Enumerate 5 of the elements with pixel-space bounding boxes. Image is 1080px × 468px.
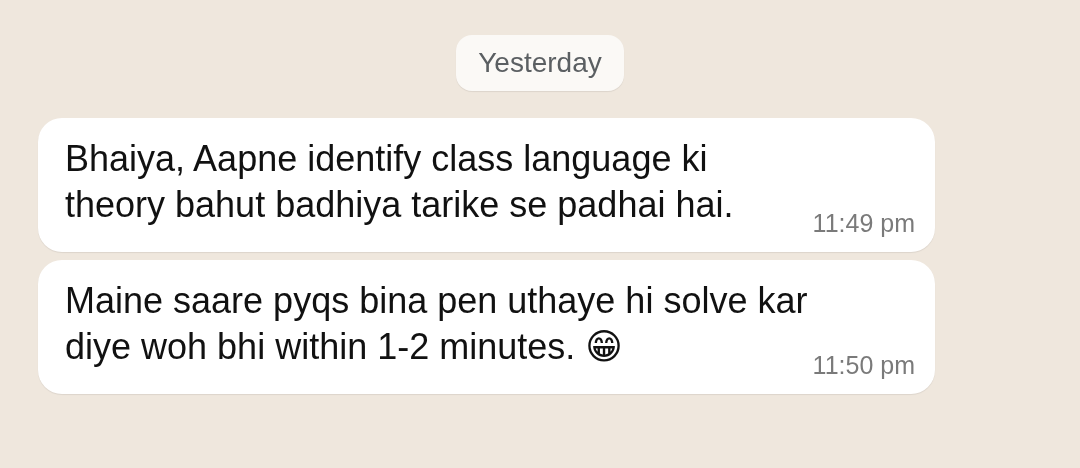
message-time: 11:49 pm [812, 208, 915, 238]
message-time: 11:50 pm [812, 350, 915, 380]
message-text: Maine saare pyqs bina pen uthaye hi solve kar diye woh bhi within 1-2 minutes. 😁 [65, 280, 808, 367]
date-chip: Yesterday [456, 35, 624, 91]
message-text: Bhaiya, Aapne identify class language ki theory bahut badhiya tarike se padhai hai. [65, 138, 734, 225]
